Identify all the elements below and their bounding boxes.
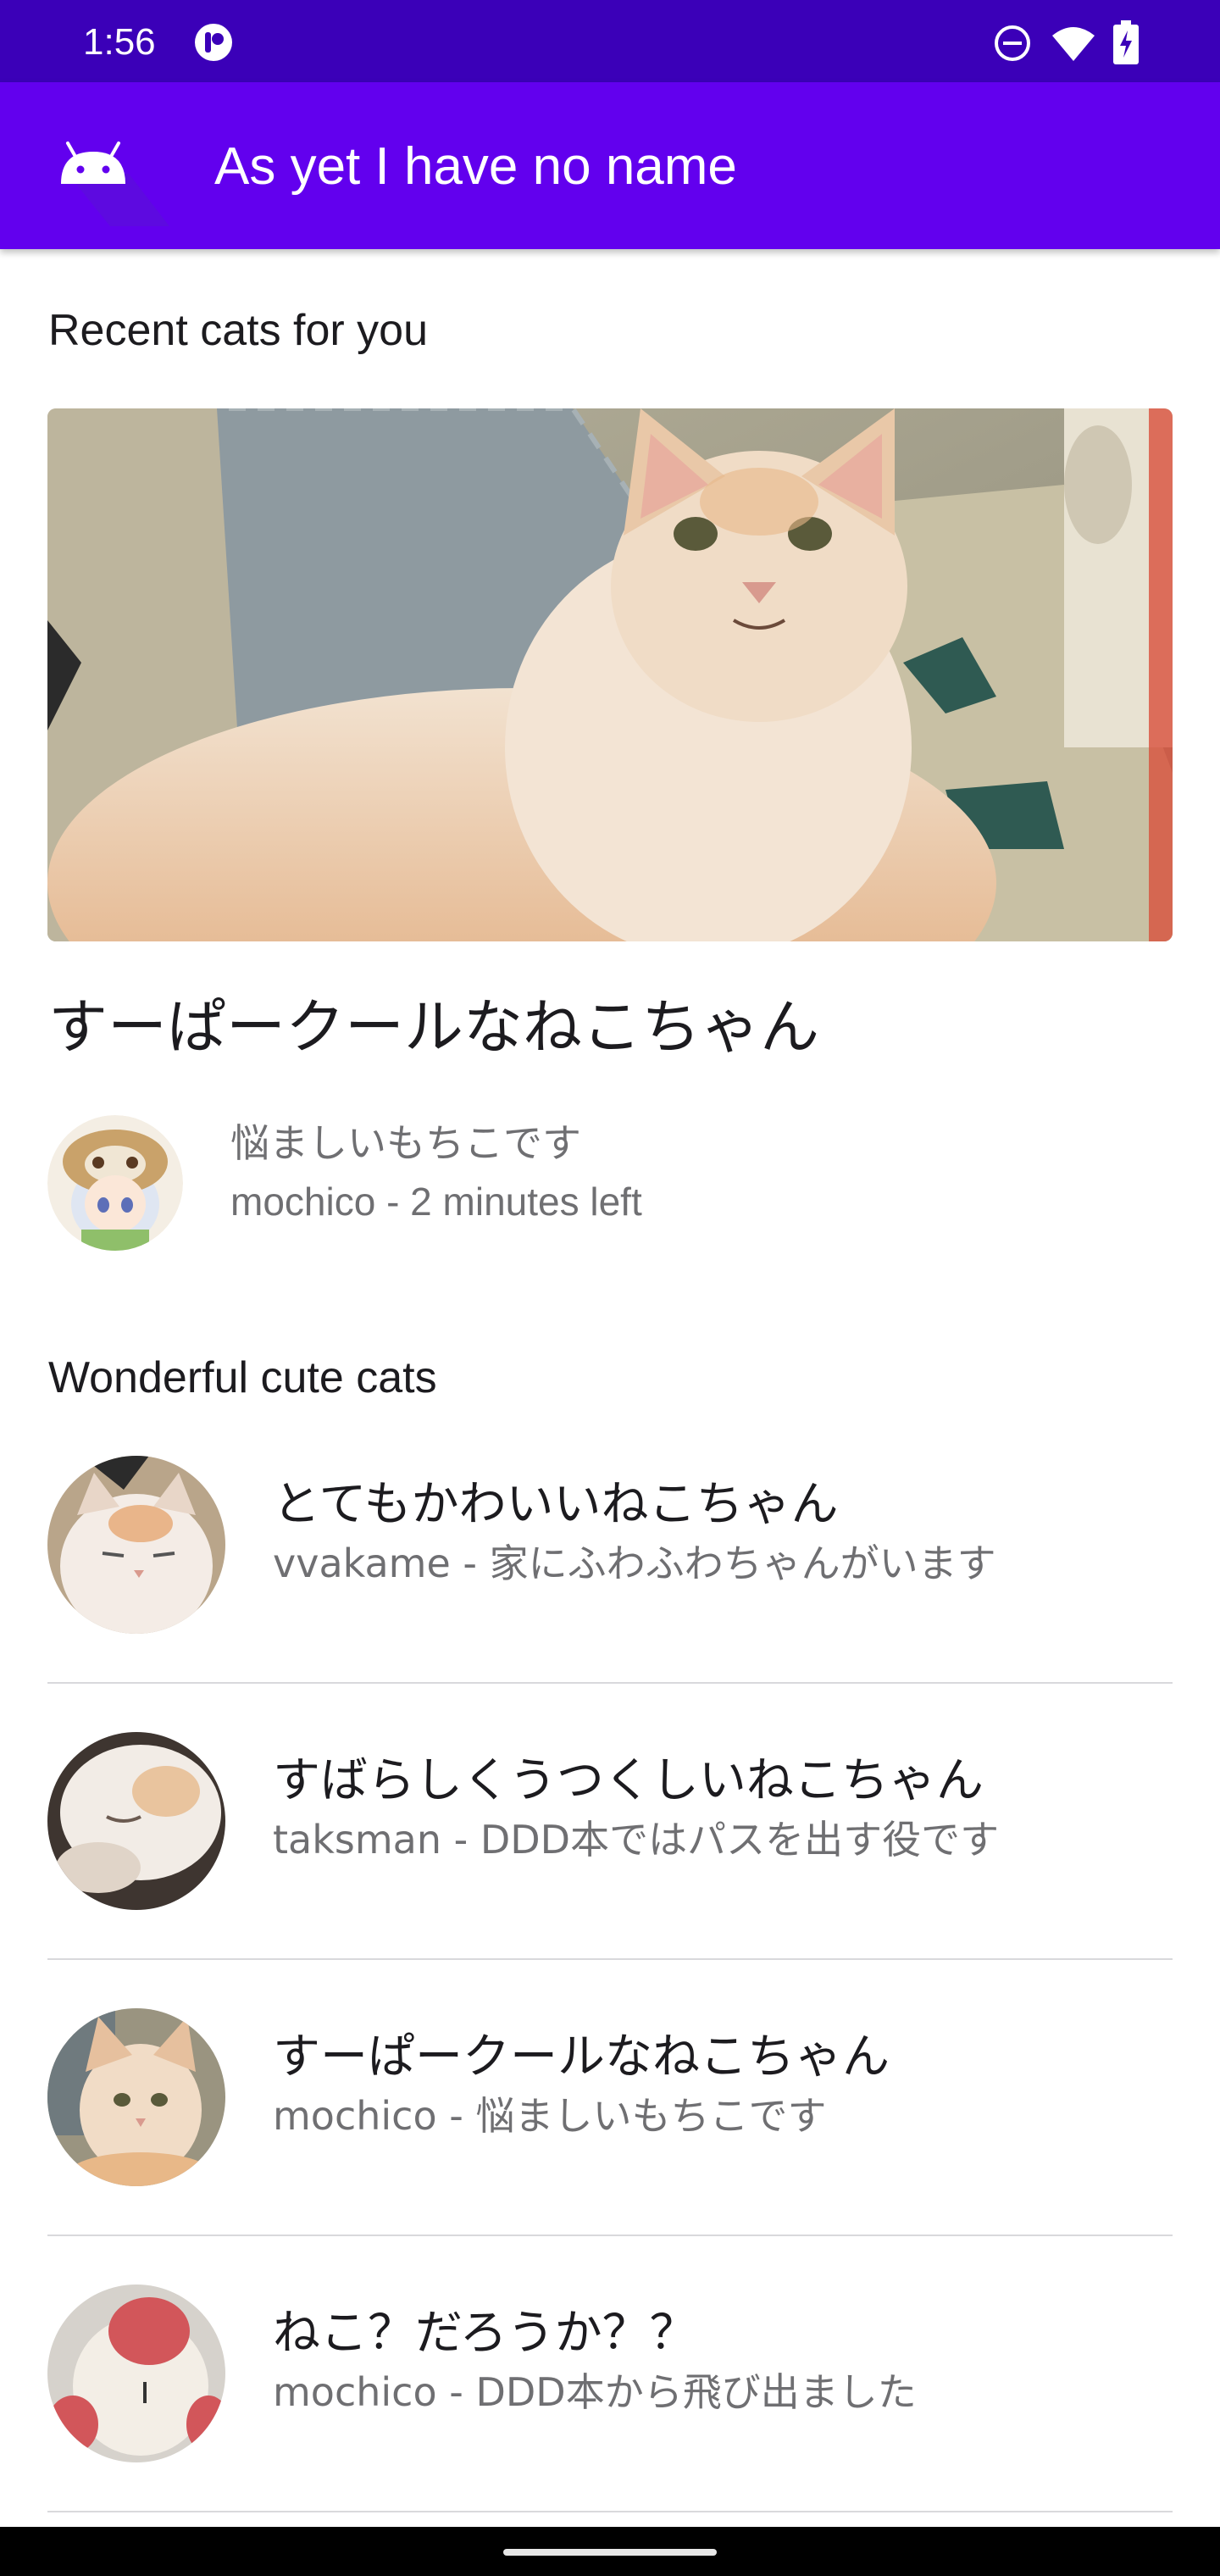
home-gesture-handle[interactable] [503,2549,717,2556]
app-bar: As yet I have no name [0,82,1220,249]
cat-thumbnail [47,1732,225,1910]
featured-cat-image[interactable] [47,408,1173,941]
app-title: As yet I have no name [214,137,737,196]
divider [47,2235,1173,2236]
divider [47,2511,1173,2512]
item-title: ねこ？だろうか？？ [273,2306,697,2361]
divider [47,1682,1173,1684]
status-time: 1:56 [83,21,156,63]
wonderful-section-title: Wonderful cute cats [48,1353,437,1402]
wifi-icon [1052,27,1095,61]
android-icon [61,142,169,226]
cat-photo [47,408,1173,941]
recent-section-title: Recent cats for you [48,306,428,355]
status-bar: 1:56 [0,0,1220,82]
item-title: すーぱークールなねこちゃん [273,2029,890,2085]
divider [47,1958,1173,1960]
list-item[interactable]: すーぱークールなねこちゃん mochico - 悩ましいもちこです [0,1968,1220,2244]
battery-charging-icon [1113,20,1139,64]
app-notification-icon [195,24,232,61]
item-subtitle: taksman - DDD本ではパスを出す役です [273,1817,1000,1863]
item-title: とてもかわいいねこちゃん [273,1477,839,1532]
list-item[interactable]: すばらしくうつくしいねこちゃん taksman - DDD本ではパスを出す役です [0,1691,1220,1968]
featured-title[interactable]: すーぱークールなねこちゃん [48,987,819,1068]
item-subtitle: vvakame - 家にふわふわちゃんがいます [273,1541,996,1586]
cat-thumbnail [47,1456,225,1634]
do-not-disturb-icon [995,25,1030,61]
featured-meta: mochico - 2 minutes left [230,1180,642,1224]
list-item[interactable]: ねこ？だろうか？？ mochico - DDD本から飛び出ました [0,2244,1220,2520]
featured-description: 悩ましいもちこです [230,1120,581,1166]
list-item[interactable]: とてもかわいいねこちゃん vvakame - 家にふわふわちゃんがいます [0,1415,1220,1691]
cat-thumbnail [47,2285,225,2462]
navigation-bar [0,2527,1220,2576]
cat-thumbnail [47,2008,225,2186]
item-subtitle: mochico - 悩ましいもちこです [273,2093,827,2139]
item-subtitle: mochico - DDD本から飛び出ました [273,2369,917,2415]
author-avatar [47,1115,183,1251]
item-title: すばらしくうつくしいねこちゃん [273,1753,984,1808]
